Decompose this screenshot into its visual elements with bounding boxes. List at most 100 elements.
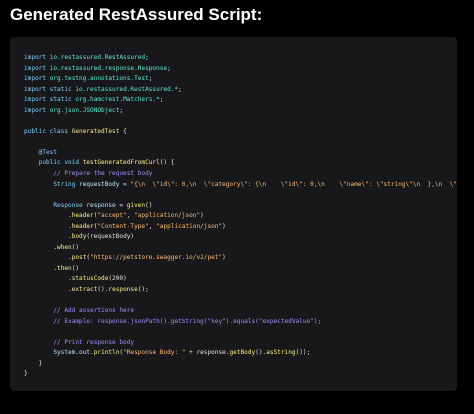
code-block[interactable]: import io.restassured.RestAssured; import…	[10, 37, 457, 391]
code-token: }	[24, 359, 43, 367]
code-token: org.json.JSONObject	[49, 106, 120, 114]
code-token: import	[24, 75, 50, 83]
code-token: )	[222, 254, 226, 262]
code-token: import	[24, 54, 50, 61]
code-token: requestBody	[79, 180, 120, 188]
code-token: println	[93, 349, 120, 357]
code-token: io.restassured.response.Response	[49, 64, 168, 72]
code-line: .extract().response();	[24, 285, 457, 296]
code-token: ;	[148, 75, 153, 83]
code-line: import org.json.JSONObject;	[24, 106, 457, 117]
code-token: io.restassured.RestAssured.*	[75, 85, 179, 93]
code-token: .	[24, 222, 72, 230]
code-token: ;	[167, 64, 171, 72]
code-token: ;	[159, 96, 164, 104]
code-token: ()	[145, 201, 153, 209]
code-token: ();	[137, 286, 149, 294]
code-token: .	[24, 264, 58, 272]
code-token: extract	[71, 286, 98, 294]
code-token: response	[108, 286, 138, 294]
code-line: import static io.restassured.RestAssured…	[24, 85, 457, 96]
code-token: {	[119, 127, 127, 135]
code-token: ,	[126, 212, 135, 220]
code-token: )	[222, 222, 226, 230]
code-token: when	[57, 243, 72, 251]
code-line: .header("accept", "application/json")	[24, 211, 457, 222]
code-token: ().	[255, 349, 267, 357]
code-token: (requestBody)	[86, 233, 135, 241]
code-token: public void	[24, 159, 83, 167]
code-token: "Content-Type"	[97, 222, 149, 230]
code-token: import static	[24, 85, 76, 93]
code-token: "application/json"	[156, 222, 223, 230]
code-token: .	[24, 212, 72, 220]
code-token: header	[71, 222, 94, 230]
code-line: .then()	[24, 264, 457, 275]
code-token: then	[57, 264, 72, 272]
code-line: .body(requestBody)	[24, 232, 457, 243]
code-token: "Response Body: "	[123, 349, 186, 357]
code-line: .statusCode(200)	[24, 274, 457, 285]
code-token: // Example: response.jsonPath().getStrin…	[24, 317, 322, 325]
code-line: .when()	[24, 243, 457, 254]
code-token: response	[86, 201, 116, 209]
code-token: () {	[159, 159, 175, 167]
code-token: "application/json"	[134, 212, 201, 220]
code-token: }	[24, 370, 28, 378]
code-line: }	[24, 369, 457, 380]
code-line: @Test	[24, 148, 457, 159]
code-line: .post("https://petstore.swagger.io/v2/pe…	[24, 253, 457, 264]
code-token: ,	[148, 222, 157, 230]
code-token: "https://petstore.swagger.io/v2/pet"	[90, 254, 223, 262]
code-token: .	[24, 275, 72, 283]
code-line: // Print response body	[24, 338, 457, 349]
code-token: given	[126, 201, 146, 209]
code-token: "accept"	[97, 212, 127, 220]
code-token: getBody	[229, 349, 256, 357]
code-token: .	[24, 254, 72, 262]
code-token: ().	[97, 286, 109, 294]
code-token: ()	[71, 264, 80, 272]
code-line: System.out.println("Response Body: " + r…	[24, 348, 457, 359]
code-line: public void testGeneratedFromCurl() {	[24, 158, 457, 169]
code-token: body	[71, 233, 87, 241]
code-content: import io.restassured.RestAssured; import…	[24, 53, 457, 380]
code-line: Response response = given()	[24, 201, 457, 212]
code-token: public class	[24, 127, 72, 135]
code-token: .	[24, 233, 72, 241]
code-token: import static	[24, 96, 76, 104]
code-token: System	[24, 349, 76, 357]
code-line: public class GeneratedTest {	[24, 127, 457, 138]
code-line: // Add assertions here	[24, 306, 457, 317]
code-token: String	[24, 180, 80, 188]
code-line: import io.restassured.response.Response;	[24, 64, 457, 75]
code-token: .	[24, 286, 72, 294]
code-token: ;	[119, 106, 124, 114]
code-token: // Print response body	[24, 338, 135, 346]
code-token: + response.	[185, 349, 230, 357]
code-token: org.testng.annotations.Test	[49, 75, 149, 83]
code-token: statusCode	[71, 275, 109, 283]
code-token: )	[200, 212, 204, 220]
code-line: // Example: response.jsonPath().getStrin…	[24, 317, 457, 328]
code-token: // Prepare the request body	[24, 170, 153, 178]
page: Generated RestAssured Script: import io.…	[0, 0, 474, 414]
code-line: String requestBody = "{\n \"id\": 0,\n \…	[24, 180, 457, 191]
code-token: (200)	[108, 275, 127, 283]
code-token: ;	[145, 54, 149, 61]
code-token: ()	[71, 243, 80, 251]
page-title: Generated RestAssured Script:	[10, 5, 263, 24]
code-token: import	[24, 64, 50, 72]
code-token: Response	[24, 201, 87, 209]
code-line: // Prepare the request body	[24, 169, 457, 180]
code-line: import org.testng.annotations.Test;	[24, 74, 457, 85]
code-token: @Test	[24, 148, 58, 156]
code-token: ());	[295, 349, 311, 357]
code-token: io.restassured.RestAssured	[49, 54, 146, 61]
code-line: .header("Content-Type", "application/jso…	[24, 222, 457, 233]
